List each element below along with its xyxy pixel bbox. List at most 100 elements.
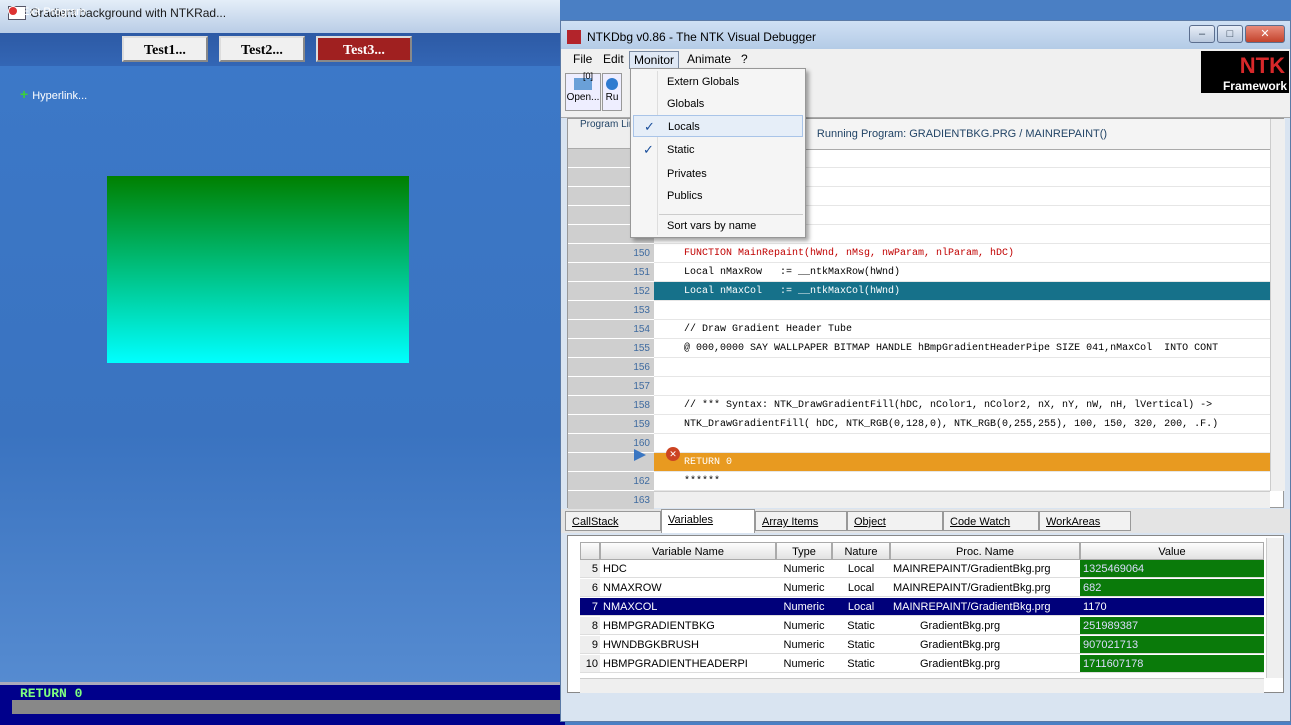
run-button[interactable]: Ru	[602, 73, 622, 111]
variables-vertical-scrollbar[interactable]	[1266, 538, 1283, 678]
table-row[interactable]: 8 HBMPGRADIENTBKG Numeric Static GradientBkg…	[580, 617, 1264, 635]
line-number[interactable]: 153	[568, 301, 654, 320]
cell-proc: GradientBkg.prg	[890, 636, 1080, 654]
col-value[interactable]: Value	[1080, 542, 1264, 560]
console-scrollbar[interactable]	[12, 700, 562, 714]
line-number[interactable]: 163	[568, 491, 654, 510]
tab-object-properties[interactable]: Object Properties	[847, 511, 943, 548]
table-row[interactable]: 5 HDC Numeric Local MAINREPAINT/GradientBkg.…	[580, 560, 1264, 578]
breakpoint-icon[interactable]: ✕	[666, 447, 680, 461]
cell-name: HBMPGRADIENTHEADERPI	[600, 655, 776, 673]
menu-item-static[interactable]: ✓ Static	[633, 139, 803, 161]
menu-edit[interactable]: Edit	[599, 51, 628, 67]
menu-item-globals[interactable]: Globals	[633, 93, 803, 115]
code-line[interactable]: FUNCTION MainRepaint(hWnd, nMsg, nwParam…	[654, 244, 1270, 263]
exit-icon	[8, 6, 18, 16]
menu-item-sort-vars-by-name[interactable]: Sort vars by name	[633, 215, 803, 237]
cell-proc: GradientBkg.prg	[890, 655, 1080, 673]
line-number[interactable]: 151	[568, 263, 654, 282]
line-number[interactable]: 160	[568, 434, 654, 453]
variables-grid[interactable]: Variable Name Type Nature Proc. Name Val…	[567, 535, 1284, 693]
tab-code-watch[interactable]: Code Watch	[943, 511, 1039, 531]
code-line[interactable]: Local nMaxRow := __ntkMaxRow(hWnd)	[654, 263, 1270, 282]
plus-icon: +	[20, 86, 29, 102]
code-line[interactable]	[654, 358, 1270, 377]
table-row[interactable]: 6 NMAXROW Numeric Local MAINREPAINT/Gradient…	[580, 579, 1264, 597]
tab-bar: CallStack Variables Array Items Object P…	[561, 509, 1290, 548]
debugger-app-icon	[567, 30, 581, 44]
tab-array-items[interactable]: Array Items	[755, 511, 847, 531]
test1-button[interactable]: Test1...	[122, 36, 208, 62]
code-line[interactable]	[654, 301, 1270, 320]
line-number[interactable]: 156	[568, 358, 654, 377]
code-line[interactable]: @ 000,0000 SAY WALLPAPER BITMAP HANDLE h…	[654, 339, 1270, 358]
line-number[interactable]: 159	[568, 415, 654, 434]
table-row[interactable]: 7 NMAXCOL Numeric Local MAINREPAINT/Gradient…	[580, 598, 1264, 616]
menu-item-locals[interactable]: ✓ Locals	[633, 115, 803, 137]
minimize-button[interactable]: –	[1189, 25, 1215, 43]
col-variable-name[interactable]: Variable Name	[600, 542, 776, 560]
code-line[interactable]: // *** Syntax: NTK_DrawGradientFill(hDC,…	[654, 396, 1270, 415]
cell-value: 907021713	[1080, 636, 1264, 654]
monitor-dropdown-menu: Extern Globals Globals ✓ Locals ✓ Static Priva…	[630, 68, 806, 238]
tab-workareas[interactable]: WorkAreas	[1039, 511, 1131, 531]
cell-name: NMAXCOL	[600, 598, 776, 616]
code-line[interactable]: NTK_DrawGradientFill( hDC, NTK_RGB(0,128…	[654, 415, 1270, 434]
line-number[interactable]: 157	[568, 377, 654, 396]
table-row[interactable]: 10 HBMPGRADIENTHEADERPI Numeric Static Gradi…	[580, 655, 1264, 673]
line-number[interactable]: 150	[568, 244, 654, 263]
table-row[interactable]: 9 HWNDBGKBRUSH Numeric Static GradientBkg.pr…	[580, 636, 1264, 654]
col-type[interactable]: Type	[776, 542, 832, 560]
variables-horizontal-scrollbar[interactable]	[580, 678, 1264, 693]
cell-nature: Static	[832, 655, 890, 673]
code-line[interactable]: ******	[654, 472, 1270, 491]
code-horizontal-scrollbar[interactable]	[654, 491, 1270, 508]
test2-button[interactable]: Test2...	[219, 36, 305, 62]
col-nature[interactable]: Nature	[832, 542, 890, 560]
line-number[interactable]: 162	[568, 472, 654, 491]
menu-item-label: Extern Globals	[667, 76, 740, 88]
test3-button[interactable]: Test3...	[316, 36, 412, 62]
code-line[interactable]	[654, 377, 1270, 396]
cell-type: Numeric	[776, 579, 832, 597]
gradient-rectangle	[107, 176, 409, 363]
tab-callstack[interactable]: CallStack	[565, 511, 661, 531]
menu-item-label: Publics	[667, 190, 703, 202]
menu-file[interactable]: File	[569, 51, 596, 67]
cell-nature: Local	[832, 598, 890, 616]
menu-item-privates[interactable]: Privates	[633, 163, 803, 185]
code-line[interactable]: // Draw Gradient Header Tube	[654, 320, 1270, 339]
col-index[interactable]	[580, 542, 600, 560]
exit-program-button[interactable]: Exit Program	[8, 6, 86, 18]
col-proc-name[interactable]: Proc. Name	[890, 542, 1080, 560]
cell-nature: Static	[832, 617, 890, 635]
cell-n: 7	[580, 598, 600, 616]
run-label: Ru	[605, 92, 619, 103]
cell-n: 8	[580, 617, 600, 635]
menu-item-label: Privates	[667, 168, 707, 180]
check-icon: ✓	[643, 142, 654, 157]
exit-label: Exit Program	[22, 6, 86, 18]
line-number[interactable]: 152	[568, 282, 654, 301]
line-number[interactable]: 155	[568, 339, 654, 358]
menu-monitor[interactable]: Monitor	[629, 51, 680, 69]
maximize-button[interactable]: □	[1217, 25, 1243, 43]
code-line[interactable]: Local nMaxCol := __ntkMaxCol(hWnd)	[654, 282, 1270, 301]
menu-item-extern-globals[interactable]: Extern Globals	[633, 71, 803, 93]
code-vertical-scrollbar[interactable]	[1270, 119, 1285, 491]
cell-name: NMAXROW	[600, 579, 776, 597]
tab-variables[interactable]: Variables	[661, 509, 755, 533]
menu-help[interactable]: ?	[737, 51, 752, 67]
line-number[interactable]: 154	[568, 320, 654, 339]
code-line[interactable]	[654, 434, 1270, 453]
close-button[interactable]: ✕	[1245, 25, 1285, 43]
hyperlink[interactable]: + Hyperlink...	[20, 86, 87, 102]
code-line[interactable]: RETURN 0	[654, 453, 1270, 472]
cell-value: 1170	[1080, 598, 1264, 616]
menu-animate[interactable]: Animate	[683, 51, 735, 67]
line-number[interactable]: 158	[568, 396, 654, 415]
cell-n: 6	[580, 579, 600, 597]
cell-n: 5	[580, 560, 600, 578]
menu-item-publics[interactable]: Publics	[633, 185, 803, 207]
cell-type: Numeric	[776, 560, 832, 578]
